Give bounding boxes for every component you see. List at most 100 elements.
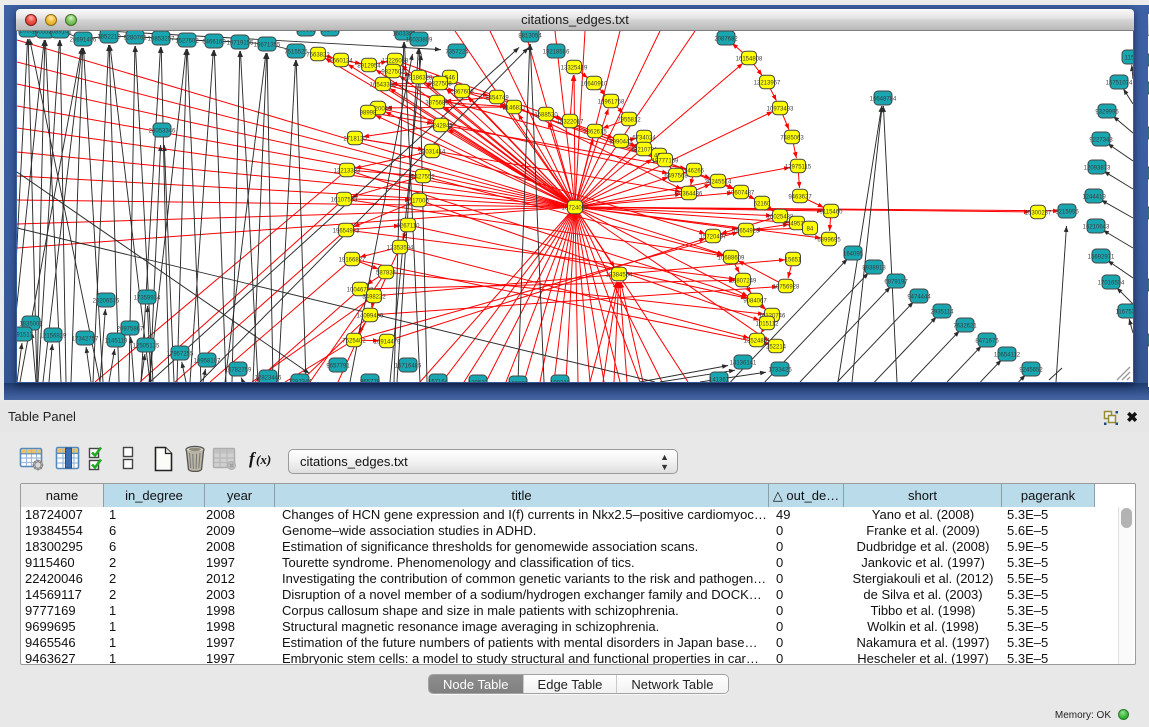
svg-text:152760: 152760 — [320, 31, 341, 33]
svg-text:13325419: 13325419 — [561, 65, 588, 71]
svg-text:14136141: 14136141 — [730, 360, 757, 366]
svg-text:16033809: 16033809 — [406, 37, 433, 43]
svg-text:20691406: 20691406 — [70, 37, 97, 43]
svg-text:1588520: 1588520 — [534, 112, 558, 118]
svg-text:9084067: 9084067 — [743, 298, 767, 304]
svg-text:98998: 98998 — [360, 110, 377, 116]
svg-text:198210: 198210 — [550, 380, 571, 382]
svg-text:1362615: 1362615 — [583, 129, 607, 135]
svg-text:20206576: 20206576 — [93, 298, 120, 304]
svg-text:8938918: 8938918 — [862, 265, 886, 271]
svg-text:6879197: 6879197 — [884, 279, 908, 285]
svg-text:12093873: 12093873 — [1084, 165, 1111, 171]
svg-text:19384554: 19384554 — [606, 272, 633, 278]
svg-text:17359934: 17359934 — [134, 295, 161, 301]
svg-text:141361: 141361 — [709, 377, 730, 382]
svg-text:18807249: 18807249 — [730, 278, 757, 284]
svg-text:15300237: 15300237 — [1025, 210, 1052, 216]
svg-text:84: 84 — [807, 226, 814, 232]
svg-text:1244419: 1244419 — [1082, 194, 1106, 200]
svg-text:19218586: 19218586 — [543, 49, 570, 55]
svg-text:16961758: 16961758 — [598, 99, 625, 105]
svg-text:164095: 164095 — [843, 251, 864, 257]
svg-text:108532: 108532 — [296, 31, 317, 33]
svg-text:8990443: 8990443 — [609, 139, 633, 145]
svg-text:9115460: 9115460 — [820, 209, 844, 215]
svg-text:12353594: 12353594 — [387, 245, 414, 251]
svg-text:15716485: 15716485 — [395, 363, 422, 369]
svg-text:10756928: 10756928 — [773, 284, 800, 290]
svg-text:12213967: 12213967 — [754, 80, 781, 86]
svg-text:8454749: 8454749 — [485, 95, 509, 101]
svg-text:7663822: 7663822 — [306, 52, 330, 58]
svg-text:2718120: 2718120 — [343, 136, 367, 142]
svg-text:15751074: 15751074 — [1106, 80, 1133, 86]
svg-text:1157: 1157 — [1125, 55, 1133, 61]
svg-text:991517: 991517 — [17, 332, 34, 338]
svg-text:3875685: 3875685 — [425, 100, 449, 106]
svg-text:10688609: 10688609 — [718, 255, 745, 261]
svg-text:16640910: 16640910 — [581, 81, 608, 87]
svg-text:10654112: 10654112 — [994, 352, 1021, 358]
svg-text:1015112: 1015112 — [756, 321, 780, 327]
svg-text:1835001: 1835001 — [19, 321, 43, 327]
svg-text:8215955: 8215955 — [1055, 209, 1079, 215]
svg-text:17957255: 17957255 — [167, 351, 194, 357]
svg-text:7515525: 7515525 — [284, 49, 308, 55]
svg-text:19777169: 19777169 — [652, 158, 679, 164]
svg-text:19166827: 19166827 — [339, 257, 366, 263]
svg-text:163301: 163301 — [508, 381, 529, 382]
svg-text:20364436: 20364436 — [676, 191, 703, 197]
svg-text:2087682: 2087682 — [714, 36, 738, 42]
svg-text:10973493: 10973493 — [767, 106, 794, 112]
svg-text:16648784: 16648784 — [870, 96, 897, 102]
svg-text:8912954: 8912954 — [357, 63, 381, 69]
svg-text:6899695: 6899695 — [817, 237, 841, 243]
svg-text:9463627: 9463627 — [788, 194, 812, 200]
svg-text:9474444: 9474444 — [907, 294, 931, 300]
svg-text:252214: 252214 — [766, 344, 787, 350]
svg-text:19654923: 19654923 — [733, 228, 760, 234]
svg-text:1282344: 1282344 — [288, 379, 312, 382]
svg-text:(x): (x) — [256, 452, 271, 467]
svg-text:9245652: 9245652 — [1019, 367, 1043, 373]
svg-text:62160: 62160 — [754, 201, 771, 207]
svg-text:746266: 746266 — [684, 168, 705, 174]
svg-text:117006: 117006 — [409, 198, 429, 204]
svg-text:8813054: 8813054 — [518, 33, 542, 39]
svg-text:16914479: 16914479 — [374, 339, 401, 345]
svg-text:9660124: 9660124 — [329, 58, 353, 64]
svg-text:6466160: 6466160 — [202, 39, 226, 45]
svg-text:2242845: 2242845 — [429, 123, 453, 129]
svg-text:16107553: 16107553 — [331, 197, 358, 203]
svg-text:2867608: 2867608 — [450, 89, 474, 95]
svg-text:9146821: 9146821 — [502, 105, 526, 111]
svg-text:15692971: 15692971 — [1088, 254, 1115, 260]
svg-text:9657791: 9657791 — [326, 363, 350, 369]
svg-text:16782759: 16782759 — [225, 367, 252, 373]
svg-text:1852219: 1852219 — [97, 34, 121, 40]
svg-text:10719155: 10719155 — [227, 40, 254, 46]
svg-text:2935114: 2935114 — [931, 309, 955, 315]
svg-text:120532: 120532 — [468, 380, 489, 382]
svg-text:7632621: 7632621 — [953, 323, 977, 329]
svg-text:10607487: 10607487 — [728, 190, 755, 196]
svg-text:16154808: 16154808 — [736, 56, 763, 62]
svg-text:18724007: 18724007 — [562, 205, 589, 211]
svg-text:9280761: 9280761 — [123, 35, 147, 41]
svg-text:36245514: 36245514 — [705, 179, 732, 185]
svg-text:10958107: 10958107 — [194, 358, 221, 364]
svg-text:16671355: 16671355 — [254, 42, 281, 48]
svg-text:1145119: 1145119 — [105, 338, 128, 344]
svg-text:19654983: 19654983 — [333, 228, 360, 234]
svg-text:157164: 157164 — [428, 379, 449, 382]
svg-text:1527602: 1527602 — [175, 38, 199, 44]
svg-text:18322017: 18322017 — [557, 119, 584, 125]
svg-text:12156829: 12156829 — [40, 333, 67, 339]
svg-text:28031414: 28031414 — [419, 149, 446, 155]
svg-text:3498222: 3498222 — [362, 294, 386, 300]
svg-text:17016504: 17016504 — [1098, 280, 1125, 286]
svg-text:8471676: 8471676 — [975, 338, 999, 344]
svg-text:12823446: 12823446 — [255, 375, 282, 381]
svg-text:7485063: 7485063 — [780, 135, 804, 141]
